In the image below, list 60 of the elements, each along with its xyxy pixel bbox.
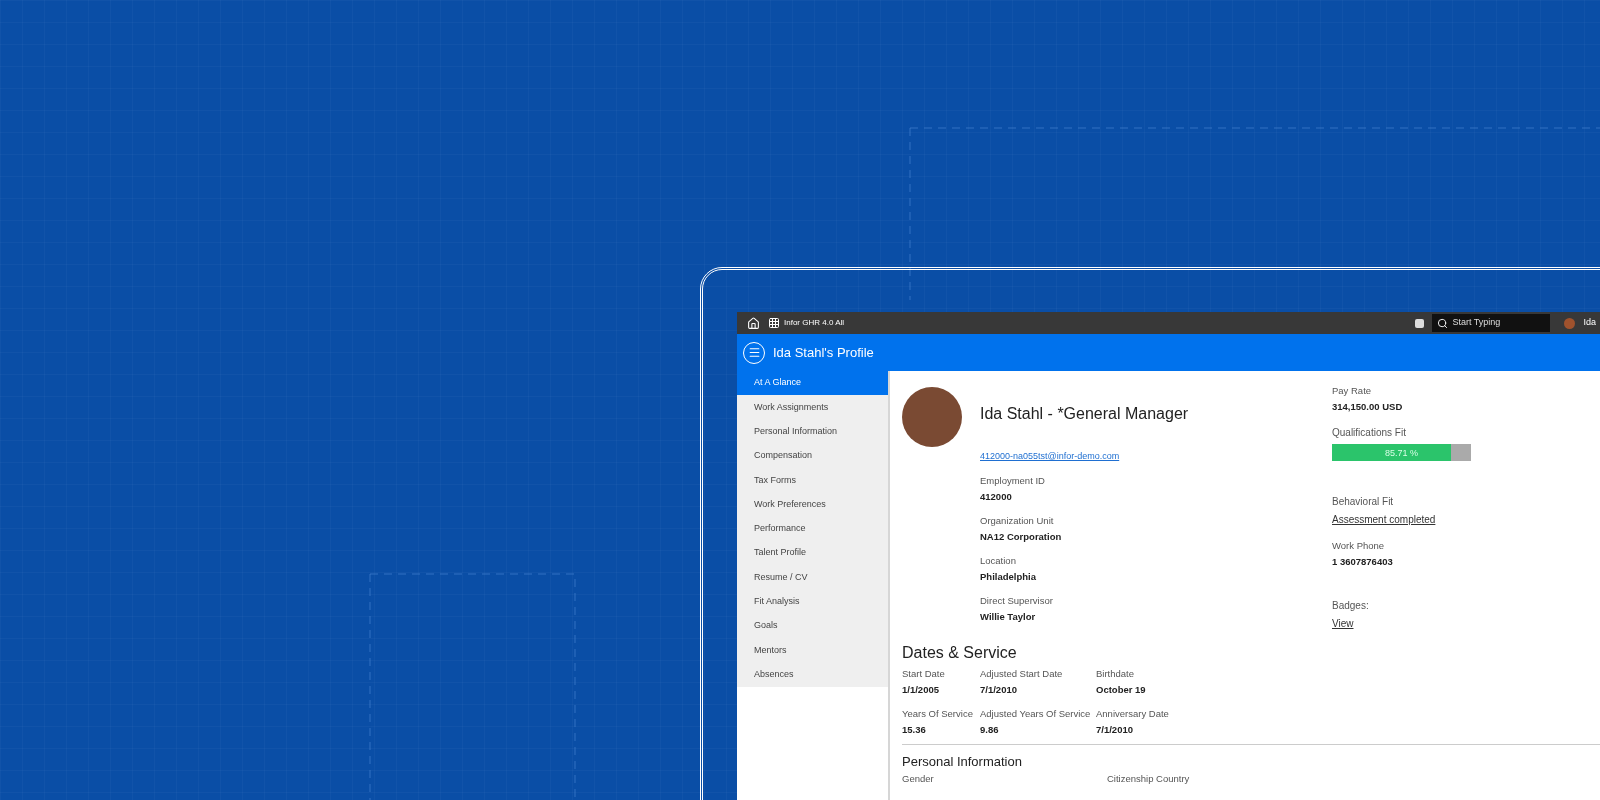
sidebar-item[interactable]: Talent Profile: [737, 541, 888, 566]
menu-icon: [747, 346, 761, 359]
profile-photo-placeholder: [902, 387, 962, 447]
field-label: Work Phone: [1332, 539, 1386, 552]
user-name: Ida: [1583, 316, 1596, 330]
field-value: October 19: [1096, 683, 1147, 696]
sidebar-item[interactable]: At A Glance: [737, 371, 888, 396]
field-value: 9.86: [980, 723, 1000, 736]
sidebar-item[interactable]: Work Assignments: [737, 395, 888, 420]
field-value: 15.36: [902, 723, 927, 736]
section-title: Dates & Service: [902, 643, 1018, 663]
search-field[interactable]: Start Typing: [1432, 314, 1551, 332]
field-value: Willie Taylor: [980, 609, 1037, 623]
assessment-link[interactable]: Assessment completed: [1332, 512, 1471, 527]
field-label: Location: [980, 553, 1017, 567]
page-title: Ida Stahl's Profile: [773, 343, 874, 362]
sidebar-item[interactable]: Fit Analysis: [737, 589, 888, 614]
sidebar-item[interactable]: Resume / CV: [737, 565, 888, 590]
apps-grid-icon[interactable]: [768, 317, 780, 329]
field-label: Qualifications Fit: [1332, 426, 1407, 440]
profile-name: Ida Stahl - *General Manager: [980, 404, 1190, 424]
square-icon[interactable]: [1415, 318, 1425, 328]
sidebar-item[interactable]: Mentors: [737, 638, 888, 663]
field-value: 7/1/2010: [1096, 723, 1134, 736]
section-title: Personal Information: [902, 754, 1023, 770]
field-value: 412000: [980, 489, 1013, 503]
progress-reading: 85.71 %: [1385, 447, 1419, 460]
field-label: Organization Unit: [980, 513, 1055, 527]
field-value: 1/1/2005: [902, 683, 940, 696]
field-label: Pay Rate: [1332, 384, 1373, 397]
search-icon: [1437, 317, 1449, 329]
badges-view-link[interactable]: View: [1332, 616, 1471, 631]
search-input[interactable]: Start Typing: [1452, 316, 1543, 330]
app-name: Infor GHR 4.0 All: [784, 317, 845, 329]
field-label: Adjusted Start Date: [980, 667, 1064, 680]
field-label: Anniversary Date: [1096, 707, 1170, 720]
field-label: Direct Supervisor: [980, 593, 1054, 607]
sidebar-item[interactable]: Personal Information: [737, 419, 888, 444]
field-label: Years Of Service: [902, 707, 974, 720]
field-label: Gender: [902, 773, 935, 785]
field-value: 314,150.00 USD: [1332, 400, 1404, 413]
field-label: Citizenship Country: [1107, 773, 1191, 785]
sidebar-item[interactable]: Goals: [737, 613, 888, 639]
field-value: 1 3607876403: [1332, 555, 1394, 568]
sidebar-item[interactable]: Work Preferences: [737, 492, 888, 517]
field-value: Philadelphia: [980, 569, 1037, 583]
email-link[interactable]: 412000-na055tst@infor-demo.com: [980, 450, 1332, 464]
field-label: Employment ID: [980, 473, 1046, 487]
home-icon[interactable]: [747, 316, 760, 330]
field-label: Birthdate: [1096, 667, 1136, 680]
field-value: 7/1/2010: [980, 683, 1018, 696]
sidebar-item[interactable]: Absences: [737, 662, 888, 687]
field-label: Behavioral Fit: [1332, 495, 1395, 509]
sidebar-item[interactable]: Performance: [737, 516, 888, 542]
field-label: Start Date: [902, 667, 946, 680]
sidebar-item[interactable]: Compensation: [737, 443, 888, 469]
field-label: Badges:: [1332, 599, 1370, 613]
sidebar-item[interactable]: Tax Forms: [737, 468, 888, 493]
field-label: Adjusted Years Of Service: [980, 707, 1092, 720]
field-value: NA12 Corporation: [980, 529, 1063, 543]
